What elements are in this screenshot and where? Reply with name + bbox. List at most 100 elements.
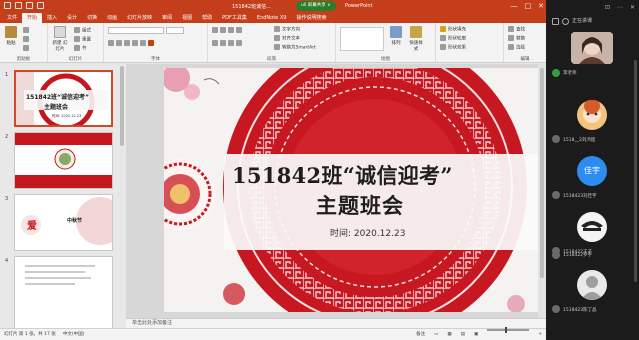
tab-file[interactable]: 文件 [2,13,22,23]
notes-toggle[interactable]: 备注 [416,329,425,340]
participant-avatar [577,100,607,130]
cut-button[interactable] [23,27,31,34]
tab-review[interactable]: 审阅 [157,13,177,23]
quick-access-toolbar [4,2,44,9]
indent-decrease-icon[interactable] [228,27,234,33]
font-color-icon[interactable] [148,40,154,46]
slide-thumbnail-4[interactable] [14,256,113,328]
bold-icon[interactable] [108,40,114,46]
svg-text:爱: 爱 [27,219,37,232]
minimize-button[interactable]: — [511,1,518,11]
section-icon [74,45,80,51]
tab-design[interactable]: 设计 [62,13,82,23]
shape-outline-button[interactable]: 形状轮廓 [440,35,466,42]
smartart-button[interactable]: 转换为SmartArt [274,44,316,51]
slide-canvas[interactable]: 151842班“诚信迎考” 主题班会 时间: 2020.12.23 [164,68,544,312]
normal-view-icon[interactable]: ▭ [434,329,438,340]
slideshow-view-icon[interactable]: ▣ [474,329,478,340]
tab-endnote[interactable]: EndNote X9 [252,13,292,23]
slide-subtitle[interactable]: 主题班会 [316,190,404,220]
default-avatar-icon [581,276,603,300]
save-icon[interactable] [4,2,11,9]
align-left-icon[interactable] [212,40,218,46]
panel-scrollbar[interactable] [634,60,637,282]
align-center-icon[interactable] [220,40,226,46]
zoom-slider[interactable] [487,327,530,333]
shapes-gallery[interactable] [340,27,384,51]
align-text-button[interactable]: 对齐文本 [274,35,300,42]
replace-button[interactable]: 替换 [508,35,525,42]
screen-share-indicator[interactable]: ull 屏幕共享 ∨ [296,1,336,11]
section-button[interactable]: 节 [74,45,87,52]
participant-tile[interactable] [549,30,636,64]
participant-row[interactable]: 李老师 [549,66,636,80]
speaker-icon[interactable] [562,18,569,25]
participant-name: 1518422罗字 [563,253,593,258]
language-indicator[interactable]: 中文(中国) [63,332,85,337]
scrollbar-thumb[interactable] [540,68,544,278]
tab-transitions[interactable]: 切换 [82,13,102,23]
participant-name: 1518__2刘鸿程 [563,138,596,143]
layout-button[interactable]: 版式 [74,27,91,34]
tab-slideshow[interactable]: 幻灯片放映 [122,13,157,23]
format-painter-button[interactable] [23,45,31,52]
shape-effects-button[interactable]: 形状效果 [440,44,466,51]
select-button[interactable]: 选择 [508,44,525,51]
slide-thumbnail-2[interactable] [14,132,113,189]
tab-help[interactable]: 帮助 [197,13,217,23]
present-icon[interactable] [37,2,44,9]
pin-icon[interactable]: ⊡ [605,4,610,11]
slide-count: 幻灯片 第 1 张，共 17 张 [4,332,56,337]
thumbnail-scrollbar[interactable] [120,66,124,146]
copy-button[interactable] [23,36,31,43]
close-icon[interactable]: ✕ [630,4,635,11]
editor-scrollbar[interactable] [538,64,546,318]
underline-icon[interactable] [124,40,130,46]
slide-thumbnail-3[interactable]: 爱 中秋节 [14,194,113,251]
tab-view[interactable]: 视图 [177,13,197,23]
tab-pdf[interactable]: PDF工具集 [217,13,252,23]
italic-icon[interactable] [116,40,122,46]
numbering-icon[interactable] [220,27,226,33]
sorter-view-icon[interactable]: ▦ [447,329,451,340]
slide-thumbnail-1[interactable]: 151842班“诚信迎考” 主题班会 时间: 2020.12.23 [14,70,113,127]
bullets-icon[interactable] [212,27,218,33]
close-button[interactable]: ✕ [538,1,544,11]
slide-title[interactable]: 151842班“诚信迎考” [232,160,453,190]
strikethrough-icon[interactable] [132,40,138,46]
maximize-button[interactable]: □ [525,1,532,11]
shape-fill-button[interactable]: 形状填充 [440,26,466,33]
participant-name: 1518423陈丁晶 [563,308,597,313]
shadow-icon[interactable] [140,40,146,46]
participant-tile[interactable]: 1518423陈丁晶 [549,270,636,316]
tab-home[interactable]: 开始 [22,13,43,23]
arrange-button[interactable]: 排列 [388,26,404,46]
slide-date[interactable]: 时间: 2020.12.23 [330,226,405,239]
align-right-icon[interactable] [228,40,234,46]
tab-animations[interactable]: 动画 [102,13,122,23]
more-icon[interactable]: ⋯ [617,4,623,11]
new-slide-button[interactable]: 新建 幻灯片 [52,26,68,52]
font-size-select[interactable] [166,27,184,34]
redo-icon[interactable] [26,2,33,9]
justify-icon[interactable] [236,40,242,46]
undo-icon[interactable] [15,2,22,9]
font-name-select[interactable] [108,27,164,34]
grid-icon[interactable] [552,18,559,25]
notes-pane[interactable]: 单击此处添加备注 [126,318,546,328]
reset-button[interactable]: 重置 [74,36,91,43]
text-direction-button[interactable]: 文字方向 [274,26,300,33]
tell-me-search[interactable]: 操作说明搜索 [291,13,331,23]
quick-styles-button[interactable]: 快速样式 [408,26,424,52]
participant-tile[interactable]: 佳宇 1518423刘佳宇 [549,156,636,202]
mic-muted-icon [552,135,560,143]
participant-row[interactable]: 1518422罗字 [549,248,636,262]
paste-button[interactable]: 粘贴 [3,26,19,46]
zoom-in-button[interactable]: + [538,329,542,340]
participant-tile[interactable]: 1518__2刘鸿程 [549,100,636,146]
tab-insert[interactable]: 插入 [42,13,62,23]
reading-view-icon[interactable]: ▤ [461,329,465,340]
indent-increase-icon[interactable] [236,27,242,33]
find-button[interactable]: 查找 [508,26,525,33]
brush-icon [23,45,29,51]
